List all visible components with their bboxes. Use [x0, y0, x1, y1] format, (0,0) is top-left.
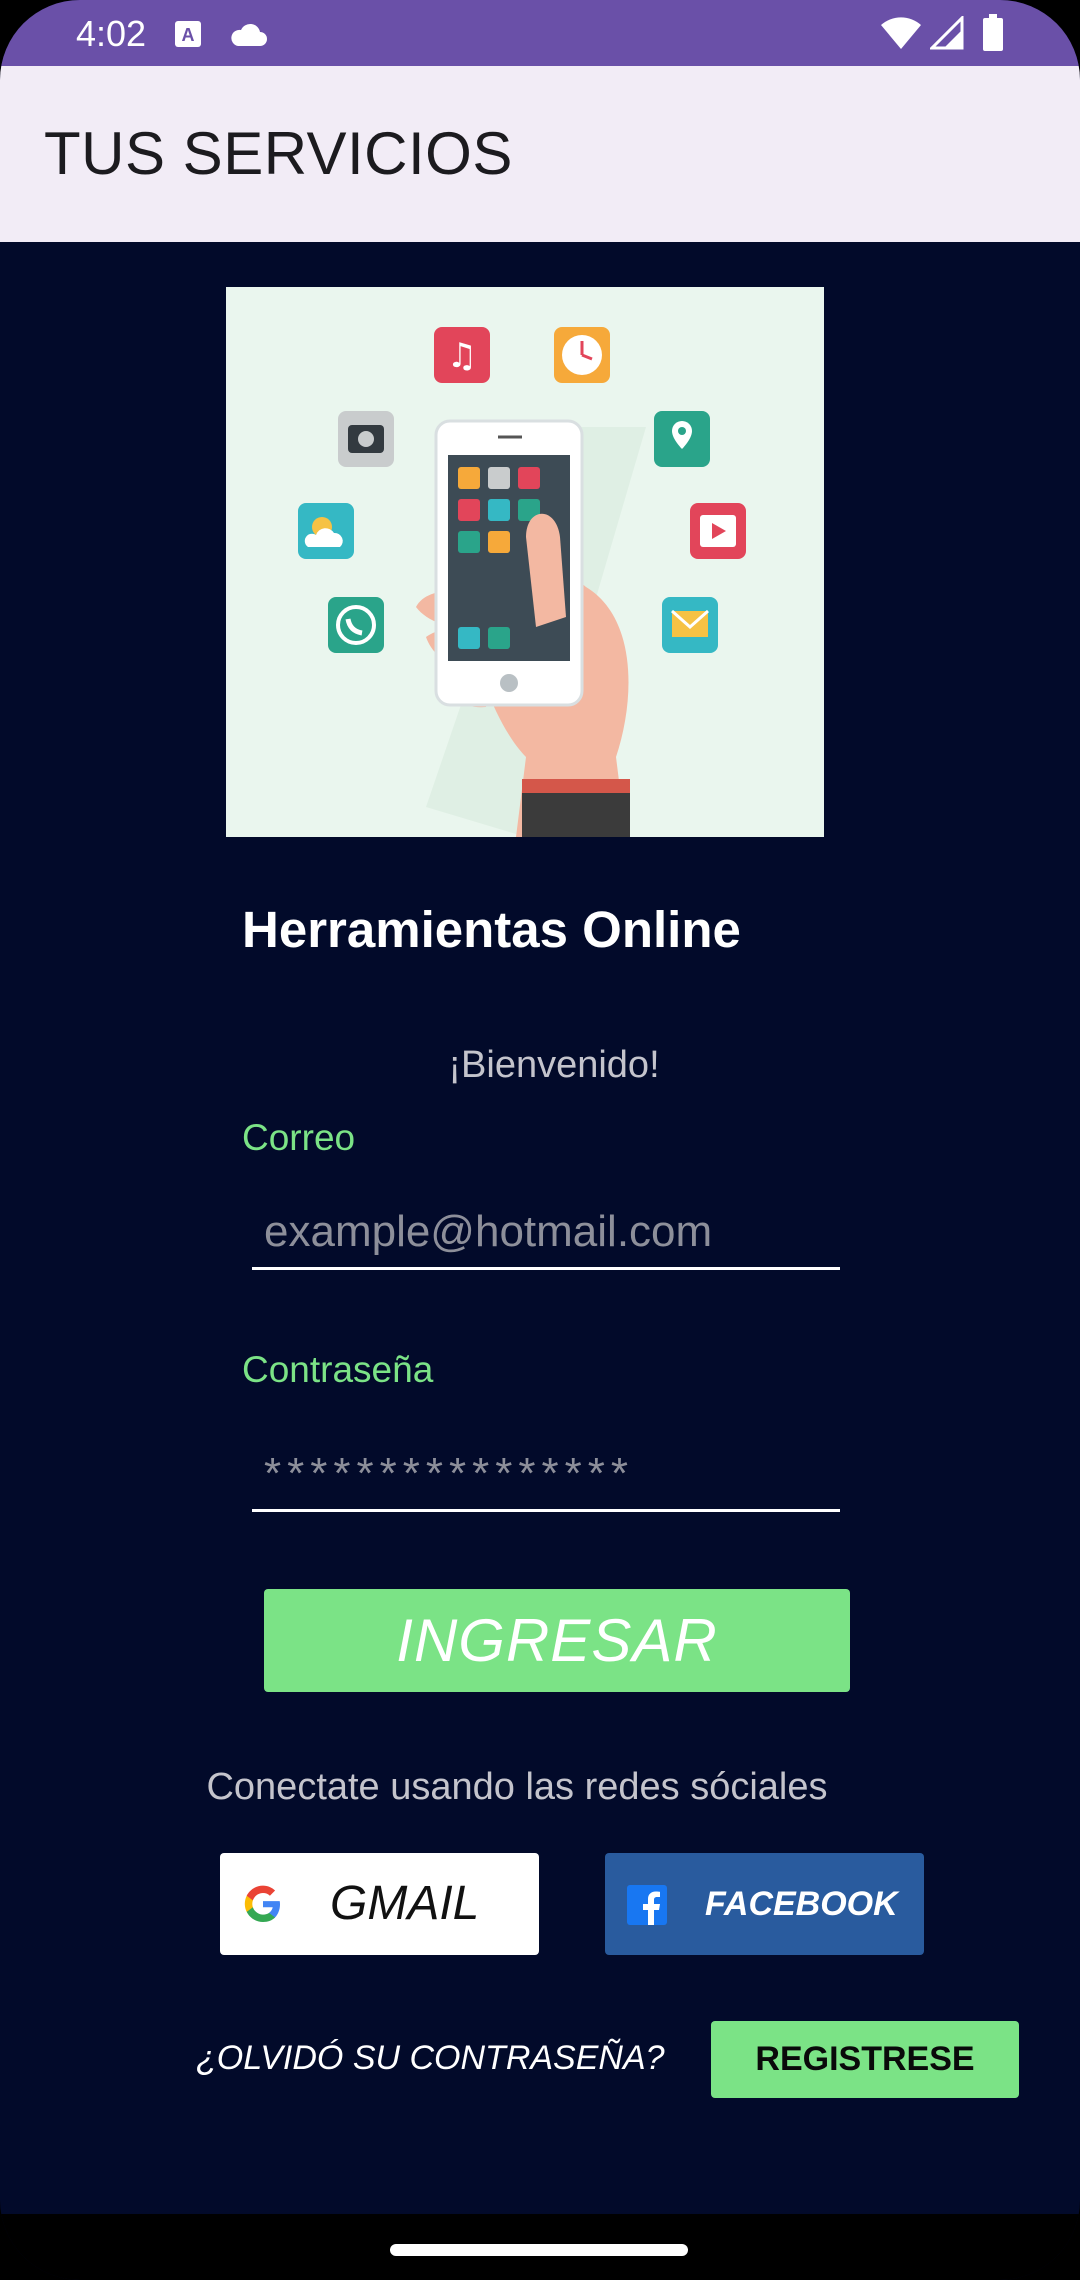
- page-heading: Herramientas Online: [242, 901, 741, 958]
- login-button[interactable]: INGRESAR: [264, 1589, 850, 1692]
- app-title: TUS SERVICIOS: [44, 120, 513, 187]
- forgot-password-link[interactable]: ¿OLVIDÓ SU CONTRASEÑA?: [196, 2036, 665, 2080]
- status-time: 4:02: [76, 13, 147, 54]
- password-field[interactable]: [252, 1438, 840, 1512]
- battery-icon: [983, 14, 1003, 51]
- password-label: Contraseña: [242, 1349, 434, 1390]
- gmail-button-label: GMAIL: [330, 1877, 480, 1930]
- maps-app-icon: [654, 411, 710, 467]
- keyboard-a-icon: A: [175, 21, 201, 47]
- app-screen: 4:02 A TUS SERVICIOS ♫ Herramientas Onli…: [0, 0, 1080, 2280]
- mail-app-icon: [662, 597, 718, 653]
- clock-app-icon: [554, 327, 610, 383]
- home-gesture-handle[interactable]: [390, 2244, 688, 2256]
- facebook-icon: [627, 1885, 667, 1925]
- welcome-text: ¡Bienvenido!: [448, 1044, 660, 1086]
- social-caption: Conectate usando las redes sóciales: [206, 1766, 828, 1808]
- register-button[interactable]: REGISTRESE: [711, 2021, 1019, 2098]
- phone-app-icon: [328, 597, 384, 653]
- camera-app-icon: [338, 411, 394, 467]
- facebook-button-label: FACEBOOK: [705, 1885, 898, 1923]
- email-field[interactable]: [252, 1196, 840, 1270]
- facebook-button[interactable]: FACEBOOK: [605, 1853, 924, 1955]
- wifi-icon: [881, 17, 921, 49]
- status-bar: 4:02 A: [0, 0, 1080, 66]
- cloud-icon: [231, 23, 267, 46]
- google-icon: [244, 1885, 280, 1922]
- app-bar: TUS SERVICIOS: [0, 66, 1080, 242]
- gmail-button[interactable]: GMAIL: [220, 1853, 539, 1955]
- navigation-bar: [0, 2214, 1080, 2280]
- svg-text:A: A: [182, 25, 195, 45]
- signal-icon: [930, 16, 964, 50]
- video-app-icon: [690, 503, 746, 559]
- email-label: Correo: [242, 1117, 356, 1158]
- svg-text:♫: ♫: [447, 336, 477, 376]
- music-app-icon: ♫: [434, 327, 490, 383]
- weather-app-icon: [298, 503, 354, 559]
- hero-illustration: ♫: [226, 287, 824, 837]
